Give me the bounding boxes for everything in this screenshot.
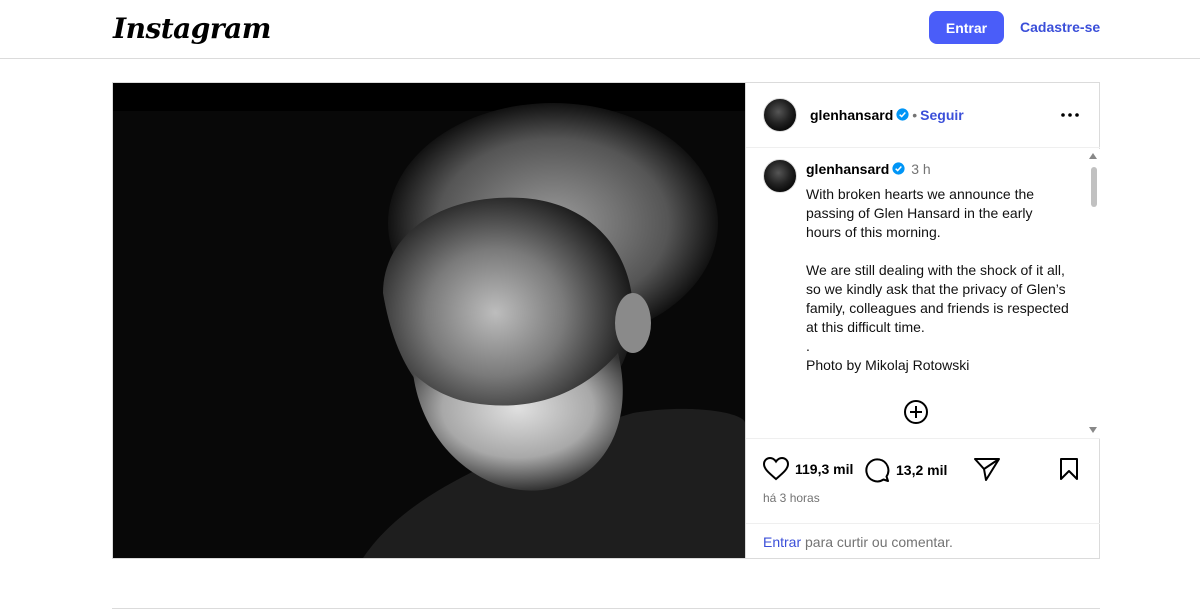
login-prompt: Entrar para curtir ou comentar. [746, 523, 1100, 559]
caption-text: With broken hearts we announce the passi… [806, 186, 1069, 373]
bookmark-icon[interactable] [1059, 457, 1079, 481]
like-action[interactable]: 119,3 mil [763, 457, 853, 481]
author-avatar[interactable] [763, 98, 797, 132]
add-comment-icon[interactable] [903, 399, 929, 425]
bottom-divider [112, 608, 1100, 609]
share-icon[interactable] [974, 457, 1000, 481]
post-photo[interactable] [113, 83, 745, 558]
login-prompt-link[interactable]: Entrar [763, 534, 801, 550]
verified-icon [892, 162, 905, 175]
follow-button[interactable]: Seguir [920, 107, 964, 123]
author-line: glenhansard • Seguir [810, 107, 964, 125]
share-action[interactable] [974, 457, 1000, 481]
scroll-down-icon[interactable] [1089, 427, 1097, 433]
author-username[interactable]: glenhansard [810, 107, 893, 123]
post-side-panel: glenhansard • Seguir glenhansard 3 h With b… [745, 83, 1100, 558]
caption-time[interactable]: 3 h [911, 161, 930, 177]
comments-count[interactable]: 13,2 mil [896, 462, 947, 478]
instagram-logo[interactable]: Instagram [113, 12, 271, 45]
save-action[interactable] [1059, 457, 1079, 481]
login-button[interactable]: Entrar [929, 11, 1004, 44]
comment-icon[interactable] [864, 457, 890, 483]
scroll-up-icon[interactable] [1089, 153, 1097, 159]
post-time[interactable]: há 3 horas [763, 491, 820, 505]
caption-avatar[interactable] [763, 159, 797, 193]
caption-username[interactable]: glenhansard [806, 161, 889, 177]
scroll-thumb[interactable] [1091, 167, 1097, 207]
caption-area: glenhansard 3 h With broken hearts we ann… [746, 149, 1088, 438]
post-card: glenhansard • Seguir glenhansard 3 h With b… [112, 82, 1100, 559]
separator-dot: • [912, 107, 918, 123]
post-actions: 119,3 mil 13,2 mil há 3 horas Entrar par… [746, 438, 1100, 558]
post-header: glenhansard • Seguir [746, 83, 1100, 148]
caption-header: glenhansard 3 h [806, 161, 931, 179]
verified-icon [896, 108, 909, 121]
top-bar: Instagram Entrar Cadastre-se [0, 0, 1200, 59]
heart-icon[interactable] [763, 457, 789, 481]
likes-count[interactable]: 119,3 mil [795, 461, 853, 477]
login-prompt-text: para curtir ou comentar. [801, 534, 953, 550]
more-options-icon[interactable] [1061, 113, 1079, 117]
caption-scrollbar[interactable] [1086, 149, 1100, 438]
comment-action[interactable]: 13,2 mil [864, 457, 947, 483]
portrait-image [113, 83, 745, 558]
signup-link[interactable]: Cadastre-se [1020, 19, 1100, 35]
